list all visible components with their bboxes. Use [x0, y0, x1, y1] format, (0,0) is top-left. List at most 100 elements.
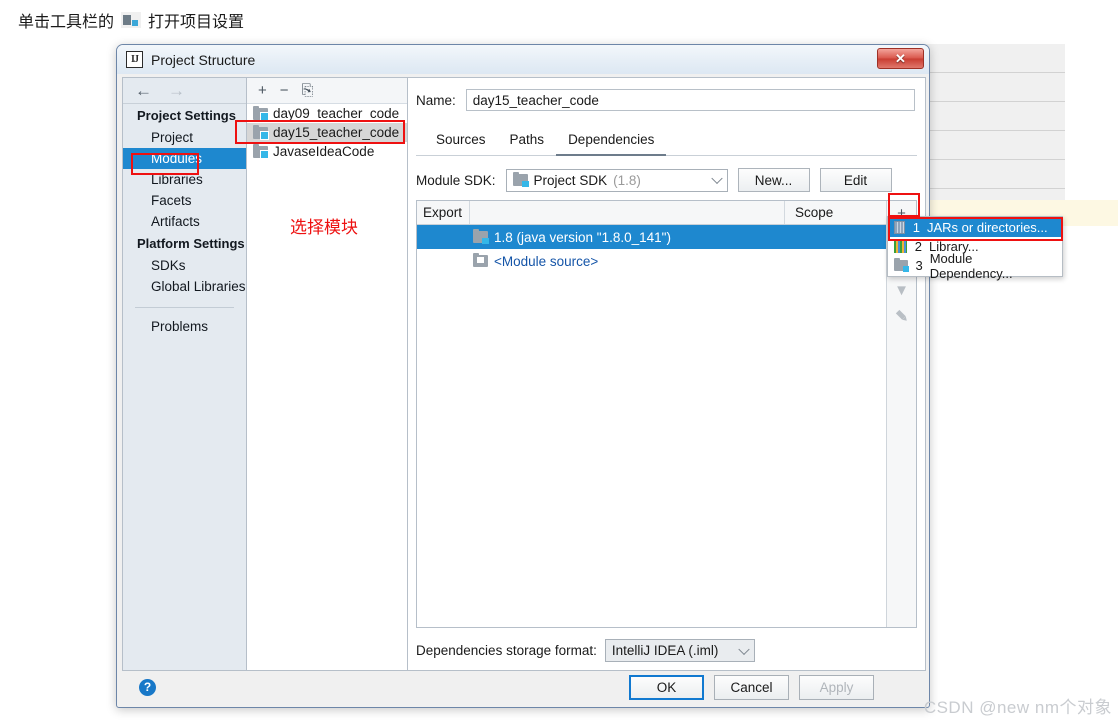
- dependencies-table-wrapper: Export Scope 1.8 (java version "1.8.0_14…: [416, 200, 917, 628]
- dependencies-table-header: Export Scope: [417, 201, 886, 225]
- project-structure-icon: [121, 12, 142, 28]
- ok-button[interactable]: OK: [629, 674, 704, 700]
- menu-item-jars-or-directories[interactable]: 1 JARs or directories...: [888, 218, 1062, 237]
- module-list-item-selected[interactable]: day15_teacher_code: [247, 123, 407, 142]
- help-icon[interactable]: ?: [139, 678, 156, 696]
- sidebar-item-project[interactable]: Project: [123, 127, 246, 148]
- dependencies-table: Export Scope 1.8 (java version "1.8.0_14…: [417, 201, 886, 627]
- menu-item-number: 2: [914, 239, 922, 254]
- edit-pencil-icon: [892, 306, 910, 324]
- module-tabs: Sources Paths Dependencies: [416, 119, 917, 156]
- sidebar-item-facets[interactable]: Facets: [123, 190, 246, 211]
- tab-paths[interactable]: Paths: [498, 129, 557, 156]
- edit-dependency-button[interactable]: [889, 305, 915, 326]
- modules-toolbar: + − ⎘: [247, 78, 407, 104]
- module-dependency-icon: [894, 258, 909, 272]
- module-name: day15_teacher_code: [273, 125, 400, 140]
- dependencies-storage-row: Dependencies storage format: IntelliJ ID…: [416, 639, 755, 662]
- background-row: [920, 160, 1065, 189]
- sidebar-item-sdks[interactable]: SDKs: [123, 255, 246, 276]
- sidebar-group-platform-settings: Platform Settings: [137, 236, 245, 251]
- menu-item-label: Module Dependency...: [929, 250, 1013, 281]
- dialog-body: ← → Project Settings Project Modules Lib…: [122, 77, 926, 671]
- back-arrow-icon[interactable]: ←: [135, 82, 152, 99]
- dependency-label: 1.8 (java version "1.8.0_141"): [494, 229, 671, 245]
- background-rows: [920, 44, 1118, 218]
- module-sdk-row: Module SDK: Project SDK (1.8) New... Edi…: [408, 156, 925, 192]
- edit-sdk-button[interactable]: Edit: [819, 168, 892, 192]
- background-row: [920, 102, 1065, 131]
- sidebar-item-modules[interactable]: Modules: [123, 148, 246, 169]
- column-header-scope: Scope: [784, 201, 886, 224]
- module-source-icon: [473, 253, 488, 267]
- module-name: day09_teacher_code: [273, 106, 400, 121]
- sidebar-nav-toolbar: ← →: [123, 78, 246, 104]
- add-module-icon[interactable]: +: [258, 83, 267, 98]
- chevron-down-icon: [710, 172, 723, 185]
- sidebar-item-problems[interactable]: Problems: [123, 316, 246, 337]
- module-list-item[interactable]: day09_teacher_code: [247, 104, 407, 123]
- module-folder-icon: [253, 105, 269, 121]
- sidebar-item-libraries[interactable]: Libraries: [123, 169, 246, 190]
- copy-module-icon[interactable]: ⎘: [302, 83, 314, 98]
- background-row: [920, 73, 1065, 102]
- background-row: [920, 131, 1065, 160]
- sidebar-group-project-settings: Project Settings: [137, 108, 236, 123]
- module-name-input[interactable]: [465, 89, 915, 111]
- menu-item-number: 3: [915, 258, 923, 273]
- jar-icon: [894, 221, 905, 234]
- dialog-title: Project Structure: [151, 51, 256, 68]
- module-sdk-select[interactable]: Project SDK (1.8): [505, 168, 728, 192]
- apply-button: Apply: [799, 674, 874, 700]
- modules-list-panel: + − ⎘ day09_teacher_code day15_teacher_c…: [247, 78, 408, 670]
- module-folder-icon: [253, 143, 269, 159]
- tab-sources[interactable]: Sources: [424, 129, 498, 156]
- intellij-idea-icon: IJ: [126, 51, 143, 68]
- sdk-folder-icon: [473, 229, 489, 244]
- module-sdk-label: Module SDK:: [416, 172, 496, 188]
- sdk-folder-icon: [512, 172, 529, 187]
- page-caption-lead: 单击工具栏的: [18, 14, 115, 31]
- module-folder-icon: [253, 124, 269, 140]
- remove-module-icon[interactable]: −: [280, 83, 289, 98]
- watermark: CSDN @new nm个对象: [923, 698, 1112, 717]
- library-icon: [894, 240, 907, 253]
- dialog-titlebar: IJ Project Structure ✕: [117, 45, 929, 74]
- menu-item-number: 1: [912, 220, 920, 235]
- footer-buttons: OK Cancel Apply: [629, 674, 874, 700]
- new-sdk-button[interactable]: New...: [737, 168, 810, 192]
- tab-dependencies[interactable]: Dependencies: [556, 129, 667, 156]
- forward-arrow-icon[interactable]: →: [168, 82, 185, 99]
- sidebar-divider: [135, 307, 234, 308]
- sidebar-item-global-libraries[interactable]: Global Libraries: [123, 276, 246, 297]
- menu-item-label: JARs or directories...: [927, 220, 1048, 235]
- name-label: Name:: [416, 92, 456, 108]
- chevron-down-icon: [738, 643, 750, 655]
- project-structure-dialog: IJ Project Structure ✕ ← → Project Setti…: [116, 44, 930, 708]
- storage-format-label: Dependencies storage format:: [416, 643, 597, 658]
- move-down-button[interactable]: ▼: [889, 280, 915, 301]
- table-row[interactable]: <Module source>: [417, 249, 886, 273]
- settings-sidebar: ← → Project Settings Project Modules Lib…: [123, 78, 247, 670]
- column-header-export: Export: [423, 205, 463, 220]
- module-sdk-version: (1.8): [613, 172, 641, 188]
- dialog-footer: ? OK Cancel Apply: [122, 672, 924, 702]
- dependency-label: <Module source>: [494, 253, 599, 269]
- storage-format-select[interactable]: IntelliJ IDEA (.iml): [604, 639, 755, 662]
- menu-item-module-dependency[interactable]: 3 Module Dependency...: [888, 251, 1062, 281]
- sidebar-item-artifacts[interactable]: Artifacts: [123, 211, 246, 232]
- annotation-select-module: 选择模块: [290, 218, 358, 238]
- add-dependency-popup-menu: 1 JARs or directories... 2 Library... 3 …: [887, 216, 1063, 281]
- close-icon[interactable]: ✕: [877, 48, 924, 69]
- module-list-item[interactable]: JavaseIdeaCode: [247, 142, 407, 161]
- table-row[interactable]: 1.8 (java version "1.8.0_141"): [417, 225, 886, 249]
- module-sdk-value: Project SDK: [533, 172, 608, 188]
- cancel-button[interactable]: Cancel: [714, 674, 789, 700]
- storage-format-value: IntelliJ IDEA (.iml): [611, 643, 719, 658]
- module-name-row: Name:: [408, 78, 925, 111]
- module-name: JavaseIdeaCode: [273, 144, 375, 159]
- page-caption-tail: 打开项目设置: [148, 14, 245, 31]
- page-caption: 单击工具栏的 打开项目设置: [18, 8, 244, 32]
- module-detail-pane: Name: Sources Paths Dependencies Module …: [408, 78, 925, 670]
- background-row: [920, 44, 1065, 73]
